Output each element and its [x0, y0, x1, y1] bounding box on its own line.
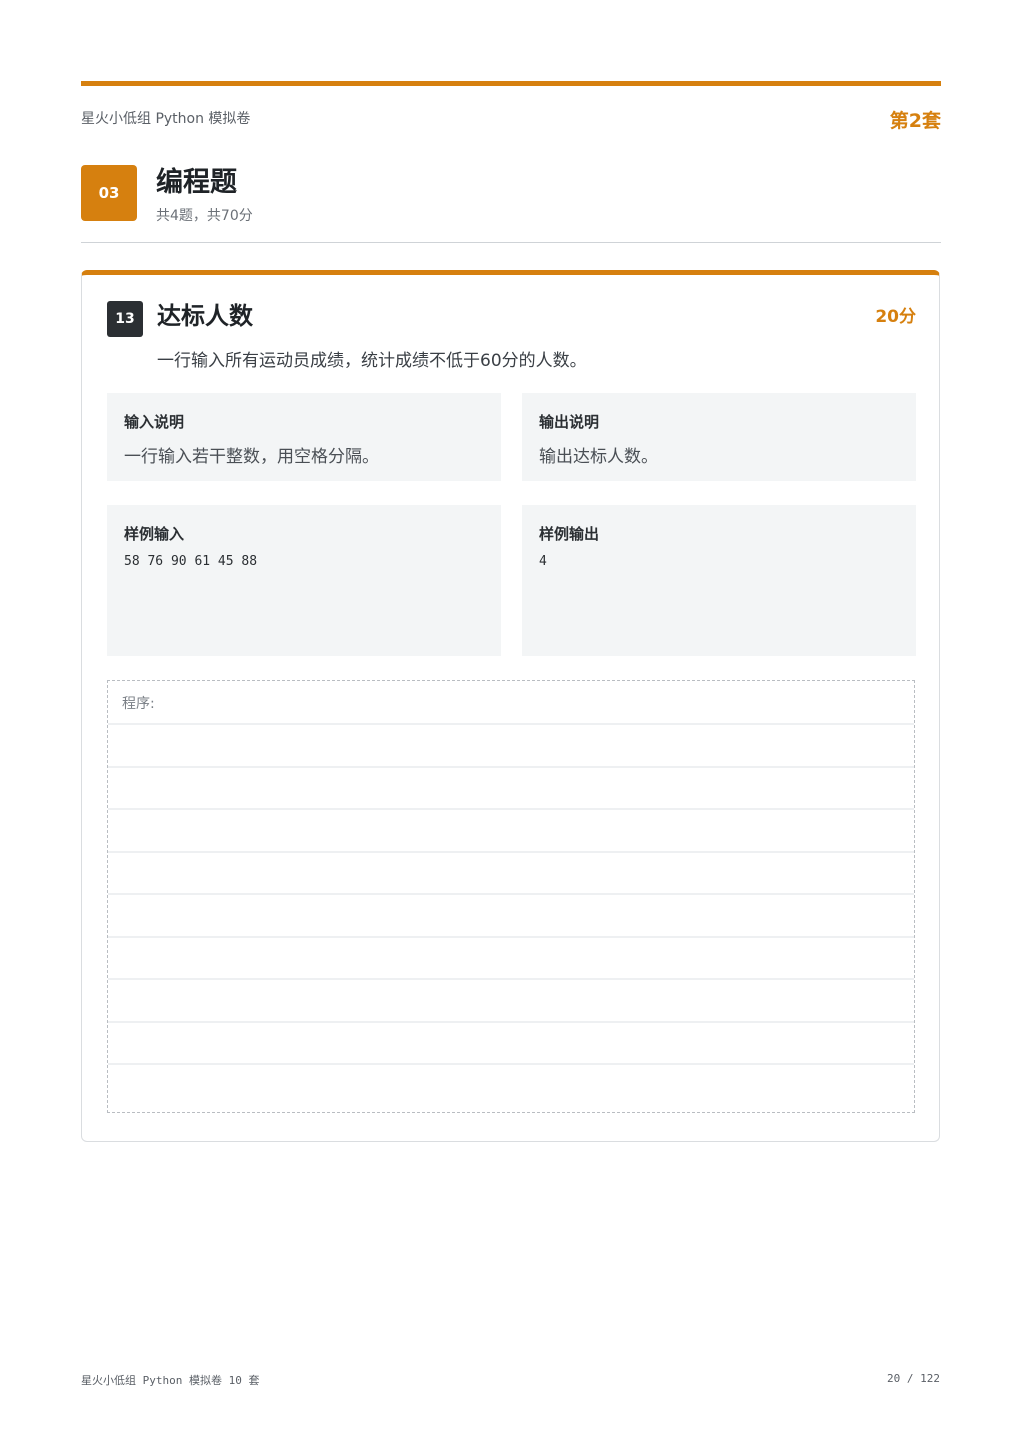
- answer-line: [108, 723, 914, 725]
- input-spec-text: 一行输入若干整数，用空格分隔。: [124, 447, 379, 467]
- output-spec-text: 输出达标人数。: [539, 447, 658, 467]
- sample-input-box: 样例输入 58 76 90 61 45 88: [107, 505, 501, 656]
- question-score: 20分: [875, 307, 916, 327]
- input-spec-box: 输入说明 一行输入若干整数，用空格分隔。: [107, 393, 501, 481]
- question-title: 达标人数: [157, 302, 253, 330]
- footer-title: 星火小低组 Python 模拟卷 10 套: [81, 1374, 260, 1387]
- set-label: 第2套: [889, 110, 941, 132]
- answer-line: [108, 851, 914, 853]
- sample-input-label: 样例输入: [124, 525, 185, 543]
- top-accent-rule: [81, 81, 941, 86]
- sample-output-label: 样例输出: [539, 525, 600, 543]
- document-title: 星火小低组 Python 模拟卷: [81, 111, 251, 127]
- section-number-badge: 03: [81, 165, 137, 221]
- question-number-badge: 13: [107, 301, 143, 337]
- output-spec-label: 输出说明: [539, 413, 600, 431]
- answer-line: [108, 1021, 914, 1023]
- section-header: 03 编程题 共4题，共70分: [81, 165, 941, 243]
- output-spec-box: 输出说明 输出达标人数。: [522, 393, 916, 481]
- sample-input-text: 58 76 90 61 45 88: [124, 554, 258, 569]
- input-spec-label: 输入说明: [124, 413, 185, 431]
- answer-area[interactable]: 程序:: [107, 680, 915, 1113]
- question-description: 一行输入所有运动员成绩，统计成绩不低于60分的人数。: [157, 351, 587, 371]
- answer-line: [108, 978, 914, 980]
- answer-line: [108, 893, 914, 895]
- answer-line: [108, 808, 914, 810]
- answer-area-label: 程序:: [122, 696, 155, 712]
- answer-line: [108, 1063, 914, 1065]
- sample-output-text: 4: [539, 554, 547, 569]
- question-card: 13 达标人数 20分 一行输入所有运动员成绩，统计成绩不低于60分的人数。 输…: [81, 270, 940, 1142]
- answer-line: [108, 766, 914, 768]
- sample-output-box: 样例输出 4: [522, 505, 916, 656]
- section-summary: 共4题，共70分: [156, 208, 253, 224]
- answer-line: [108, 936, 914, 938]
- section-title: 编程题: [156, 167, 237, 198]
- page-number: 20 / 122: [887, 1372, 940, 1385]
